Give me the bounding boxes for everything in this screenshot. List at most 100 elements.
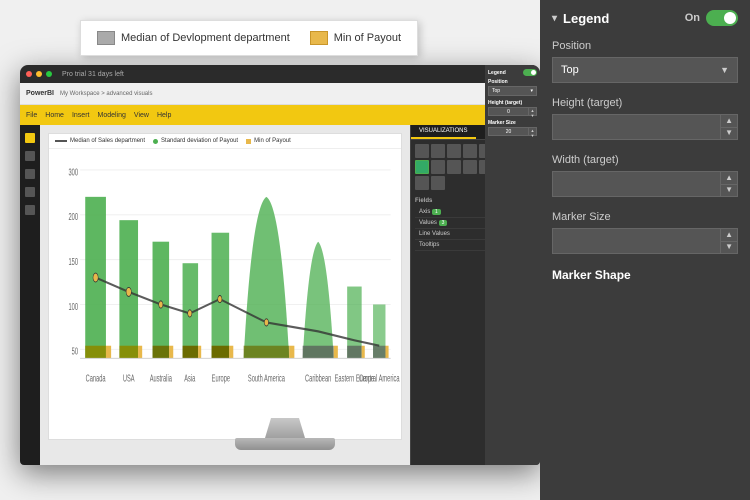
monitor-area: Median of Devlopment department Min of P… bbox=[20, 20, 550, 480]
width-decrement-button[interactable]: ▼ bbox=[721, 185, 737, 197]
sidebar-icon-2[interactable] bbox=[25, 151, 35, 161]
position-dropdown[interactable]: Top ▼ bbox=[552, 57, 738, 83]
viz-icon-card[interactable] bbox=[463, 160, 477, 174]
height-spinner: 0 ▲ ▼ bbox=[552, 114, 738, 140]
svg-text:100: 100 bbox=[68, 301, 78, 312]
position-dropdown-arrow: ▼ bbox=[720, 65, 729, 75]
svg-text:50: 50 bbox=[72, 346, 79, 357]
format-mini-panel: Legend Position Top ▾ Height (target) bbox=[485, 65, 540, 465]
width-spinner: 0 ▲ ▼ bbox=[552, 171, 738, 197]
marker-size-decrement-button[interactable]: ▼ bbox=[721, 242, 737, 254]
pbi-content: Median of Sales department Standard devi… bbox=[20, 125, 540, 465]
marker-size-input[interactable]: 20 bbox=[553, 234, 720, 248]
viz-icon-bar[interactable] bbox=[415, 144, 429, 158]
format-marker-down[interactable]: ▼ bbox=[529, 133, 536, 138]
legend-popup: Median of Devlopment department Min of P… bbox=[80, 20, 418, 56]
marker-shape-title: Marker Shape bbox=[552, 268, 738, 282]
marker-size-spinner: 20 ▲ ▼ bbox=[552, 228, 738, 254]
toolbar-insert[interactable]: Insert bbox=[72, 112, 90, 119]
height-increment-button[interactable]: ▲ bbox=[721, 115, 737, 128]
toolbar-file[interactable]: File bbox=[26, 112, 37, 119]
format-marker-label: Marker Size bbox=[488, 120, 537, 126]
panel-width-section: Width (target) 0 ▲ ▼ bbox=[552, 154, 738, 197]
viz-icon-funnel[interactable] bbox=[431, 160, 445, 174]
fields-badge-axis: 1 bbox=[432, 209, 441, 215]
window-title: Pro trial 31 days left bbox=[62, 71, 124, 78]
svg-text:300: 300 bbox=[68, 167, 78, 178]
toolbar-view[interactable]: View bbox=[134, 112, 149, 119]
height-decrement-button[interactable]: ▼ bbox=[721, 128, 737, 140]
fields-badge-values: 3 bbox=[439, 220, 448, 226]
main-container: Median of Devlopment department Min of P… bbox=[0, 0, 750, 500]
viz-icon-line[interactable] bbox=[431, 144, 445, 158]
legend-label-min-payout: Min of Payout bbox=[334, 32, 401, 44]
format-marker-spinner: 20 ▲ ▼ bbox=[488, 127, 537, 136]
format-marker-value: 20 bbox=[489, 128, 528, 135]
legend-item-median: Median of Devlopment department bbox=[97, 31, 290, 45]
viz-icon-combo[interactable] bbox=[415, 160, 429, 174]
sidebar-icon-3[interactable] bbox=[25, 169, 35, 179]
sidebar-icon-1[interactable] bbox=[25, 133, 35, 143]
viz-icon-pie[interactable] bbox=[463, 144, 477, 158]
monitor-screen: Pro trial 31 days left PowerBI My Worksp… bbox=[20, 65, 540, 465]
legend-toggle-label: On bbox=[685, 12, 700, 24]
pbi-main: Median of Sales department Standard devi… bbox=[40, 125, 410, 465]
width-input[interactable]: 0 bbox=[553, 177, 720, 191]
format-position-dropdown[interactable]: Top ▾ bbox=[488, 86, 537, 96]
right-format-panel: ▾ Legend On Position Top ▼ Height (targe… bbox=[540, 0, 750, 500]
legend-item-median-line: Median of Sales department bbox=[55, 138, 145, 144]
legend-swatch-yellow bbox=[310, 31, 328, 45]
toolbar-help[interactable]: Help bbox=[157, 112, 171, 119]
viz-icon-custom2[interactable] bbox=[431, 176, 445, 190]
chart-svg: 300 200 150 100 50 bbox=[49, 152, 401, 439]
viz-icon-area[interactable] bbox=[447, 144, 461, 158]
format-height-row: Height (target) 0 ▲ ▼ bbox=[488, 100, 537, 116]
legend-text-min: Min of Payout bbox=[254, 138, 291, 144]
legend-toggle-switch[interactable] bbox=[706, 10, 738, 26]
marker-size-increment-button[interactable]: ▲ bbox=[721, 229, 737, 242]
legend-item-std: Standard deviation of Payout bbox=[153, 138, 238, 144]
chart-svg-container: 300 200 150 100 50 bbox=[49, 152, 401, 439]
stand-neck bbox=[265, 418, 305, 438]
width-increment-button[interactable]: ▲ bbox=[721, 172, 737, 185]
pbi-topbar: Pro trial 31 days left bbox=[20, 65, 540, 83]
window-maximize-dot[interactable] bbox=[46, 71, 52, 77]
svg-text:200: 200 bbox=[68, 212, 78, 223]
sidebar-icon-5[interactable] bbox=[25, 205, 35, 215]
viz-icon-custom1[interactable] bbox=[415, 176, 429, 190]
svg-text:Asia: Asia bbox=[184, 373, 195, 384]
format-legend-toggle[interactable] bbox=[523, 69, 537, 76]
window-close-dot[interactable] bbox=[26, 71, 32, 77]
pbi-sidebar bbox=[20, 125, 40, 465]
svg-text:USA: USA bbox=[123, 373, 135, 384]
toolbar-home[interactable]: Home bbox=[45, 112, 64, 119]
legend-chevron-icon: ▾ bbox=[552, 13, 557, 24]
format-marker-buttons: ▲ ▼ bbox=[528, 128, 536, 135]
format-height-down[interactable]: ▼ bbox=[529, 113, 536, 118]
panel-marker-shape-section: Marker Shape bbox=[552, 268, 738, 282]
legend-label-median: Median of Devlopment department bbox=[121, 32, 290, 44]
tab-visualizations[interactable]: VISUALIZATIONS bbox=[411, 125, 476, 139]
panel-marker-size-section: Marker Size 20 ▲ ▼ bbox=[552, 211, 738, 254]
viz-icon-gauge[interactable] bbox=[447, 160, 461, 174]
width-spinner-buttons: ▲ ▼ bbox=[720, 172, 737, 196]
sidebar-icon-4[interactable] bbox=[25, 187, 35, 197]
format-height-buttons: ▲ ▼ bbox=[528, 108, 536, 115]
legend-dot-swatch bbox=[153, 139, 158, 144]
format-height-label: Height (target) bbox=[488, 100, 537, 106]
chart-area: Median of Sales department Standard devi… bbox=[48, 133, 402, 440]
svg-text:150: 150 bbox=[68, 256, 78, 267]
window-minimize-dot[interactable] bbox=[36, 71, 42, 77]
pbi-breadcrumb: My Workspace > advanced visuals bbox=[60, 91, 152, 97]
height-input[interactable]: 0 bbox=[553, 120, 720, 134]
marker-size-label: Marker Size bbox=[552, 211, 738, 223]
pbi-app-name: PowerBI bbox=[26, 90, 54, 97]
legend-text-median: Median of Sales department bbox=[70, 138, 145, 144]
legend-section-title: Legend bbox=[563, 11, 685, 26]
format-position-value: Top bbox=[492, 88, 500, 94]
format-marker-row: Marker Size 20 ▲ ▼ bbox=[488, 120, 537, 136]
format-height-spinner: 0 ▲ ▼ bbox=[488, 107, 537, 116]
format-legend-row: Legend bbox=[488, 69, 537, 76]
panel-position-section: Position Top ▼ bbox=[552, 40, 738, 83]
toolbar-modeling[interactable]: Modeling bbox=[97, 112, 125, 119]
